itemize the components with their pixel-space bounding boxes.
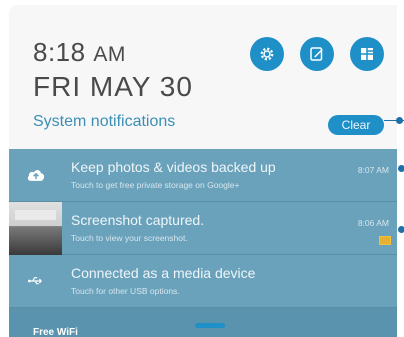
callout-dot <box>398 165 404 172</box>
notification-subtitle: Touch for other USB options. <box>71 286 180 296</box>
drag-handle[interactable] <box>195 323 225 328</box>
grid-toggle-button[interactable] <box>350 37 384 71</box>
shade-header: 8:18 AM FRI MAY 30 System notifications … <box>9 5 397 149</box>
notification-shade: 8:18 AM FRI MAY 30 System notifications … <box>9 5 397 337</box>
notification-time: 8:06 AM <box>357 218 389 228</box>
cloud-upload-icon <box>9 149 63 201</box>
notification-usb[interactable]: Connected as a media device Touch for ot… <box>9 255 397 308</box>
clock: 8:18 AM <box>33 37 126 68</box>
notification-title: Screenshot captured. <box>71 212 205 228</box>
screenshot-thumbnail <box>9 202 62 255</box>
settings-button[interactable] <box>250 37 284 71</box>
notification-list: Keep photos & videos backed up Touch to … <box>9 149 397 337</box>
notification-backup[interactable]: Keep photos & videos backed up Touch to … <box>9 149 397 202</box>
callout-dot <box>398 226 404 233</box>
edit-note-icon <box>310 47 323 61</box>
callout-dot <box>396 117 403 124</box>
network-bar: Free WiFi <box>9 319 397 337</box>
notification-title: Keep photos & videos backed up <box>71 159 276 175</box>
system-notifications-title: System notifications <box>33 113 176 130</box>
date: FRI MAY 30 <box>33 71 193 102</box>
clock-time: 8:18 <box>33 37 86 67</box>
notification-subtitle: Touch to view your screenshot. <box>71 233 188 243</box>
edit-button[interactable] <box>300 37 334 71</box>
notification-screenshot[interactable]: Screenshot captured. Touch to view your … <box>9 202 397 255</box>
clear-button[interactable]: Clear <box>328 115 384 135</box>
settings-gear-icon <box>260 47 274 61</box>
notification-title: Connected as a media device <box>71 265 256 281</box>
notification-subtitle: Touch to get free private storage on Goo… <box>71 180 240 190</box>
notification-time: 8:07 AM <box>357 165 389 175</box>
clock-ampm: AM <box>93 43 126 66</box>
network-name: Free WiFi <box>33 327 78 337</box>
usb-icon <box>9 255 63 307</box>
gallery-icon <box>379 236 391 245</box>
grid-toggle-icon <box>361 48 373 60</box>
